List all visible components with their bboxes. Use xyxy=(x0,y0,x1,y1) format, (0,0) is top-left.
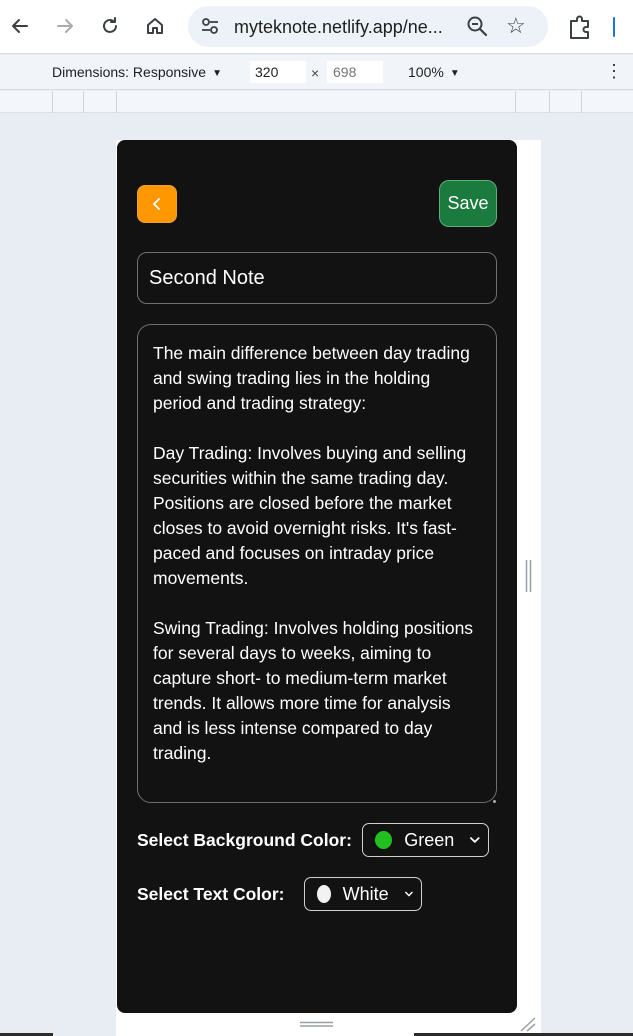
ruler-tick xyxy=(581,91,582,113)
ruler-tick xyxy=(116,91,117,113)
more-options-icon[interactable]: ⋮ xyxy=(605,62,623,80)
ruler-tick xyxy=(549,91,550,113)
note-editor: Save The main difference between day tra… xyxy=(117,140,517,1013)
zoom-icon[interactable] xyxy=(466,15,488,37)
back-button[interactable] xyxy=(137,185,177,223)
width-input[interactable] xyxy=(250,61,306,83)
dimensions-dropdown[interactable]: Dimensions: Responsive ▼ xyxy=(52,64,222,80)
profile-indicator[interactable] xyxy=(613,17,615,37)
times-sign: × xyxy=(311,65,320,81)
caret-down-icon: ▼ xyxy=(212,68,222,79)
background-color-row: Select Background Color: Green xyxy=(137,823,489,857)
emulated-viewport: Save The main difference between day tra… xyxy=(116,140,541,1036)
text-color-value: White xyxy=(342,883,389,904)
site-info-icon[interactable] xyxy=(200,16,220,36)
green-swatch xyxy=(374,831,393,849)
address-bar[interactable]: myteknote.netlify.app/ne... ☆ xyxy=(188,6,548,47)
zoom-dropdown[interactable]: 100% ▼ xyxy=(408,64,460,80)
background-color-select[interactable]: Green xyxy=(361,823,489,857)
note-title-input[interactable] xyxy=(137,252,497,304)
zoom-value: 100% xyxy=(408,64,444,80)
bookmark-star-icon[interactable]: ☆ xyxy=(506,13,526,39)
white-swatch xyxy=(316,885,331,903)
browser-toolbar: myteknote.netlify.app/ne... ☆ xyxy=(0,0,633,54)
text-color-label: Select Text Color: xyxy=(137,883,285,904)
text-color-select[interactable]: White xyxy=(303,877,422,911)
extensions-puzzle-icon[interactable] xyxy=(566,12,596,42)
text-color-row: Select Text Color: White xyxy=(137,877,422,911)
save-button[interactable]: Save xyxy=(439,180,497,227)
chevron-left-icon xyxy=(153,198,160,210)
height-input[interactable] xyxy=(327,61,383,83)
home-icon[interactable] xyxy=(139,10,171,42)
ruler-tick xyxy=(52,91,53,113)
forward-arrow-icon[interactable] xyxy=(49,10,81,42)
height-resize-handle[interactable] xyxy=(300,1021,333,1027)
corner-resize-handle[interactable] xyxy=(519,1016,537,1032)
background-color-label: Select Background Color: xyxy=(137,829,352,850)
device-toolbar: Dimensions: Responsive ▼ × 100% ▼ ⋮ xyxy=(0,55,633,90)
back-arrow-icon[interactable] xyxy=(4,10,36,42)
ruler-tick xyxy=(515,91,516,113)
url-text[interactable]: myteknote.netlify.app/ne... xyxy=(234,17,443,38)
ruler-tick xyxy=(83,91,84,113)
chevron-down-icon xyxy=(470,837,480,843)
background-color-value: Green xyxy=(404,829,455,850)
dimensions-label: Dimensions: Responsive xyxy=(52,64,207,80)
note-body-textarea[interactable]: The main difference between day trading … xyxy=(137,324,497,803)
media-query-ruler xyxy=(0,91,633,113)
chevron-down-icon xyxy=(404,891,413,897)
textarea-resize-handle[interactable] xyxy=(493,800,496,803)
reload-icon[interactable] xyxy=(94,10,126,42)
width-resize-handle[interactable] xyxy=(525,560,532,592)
caret-down-icon: ▼ xyxy=(449,68,460,79)
